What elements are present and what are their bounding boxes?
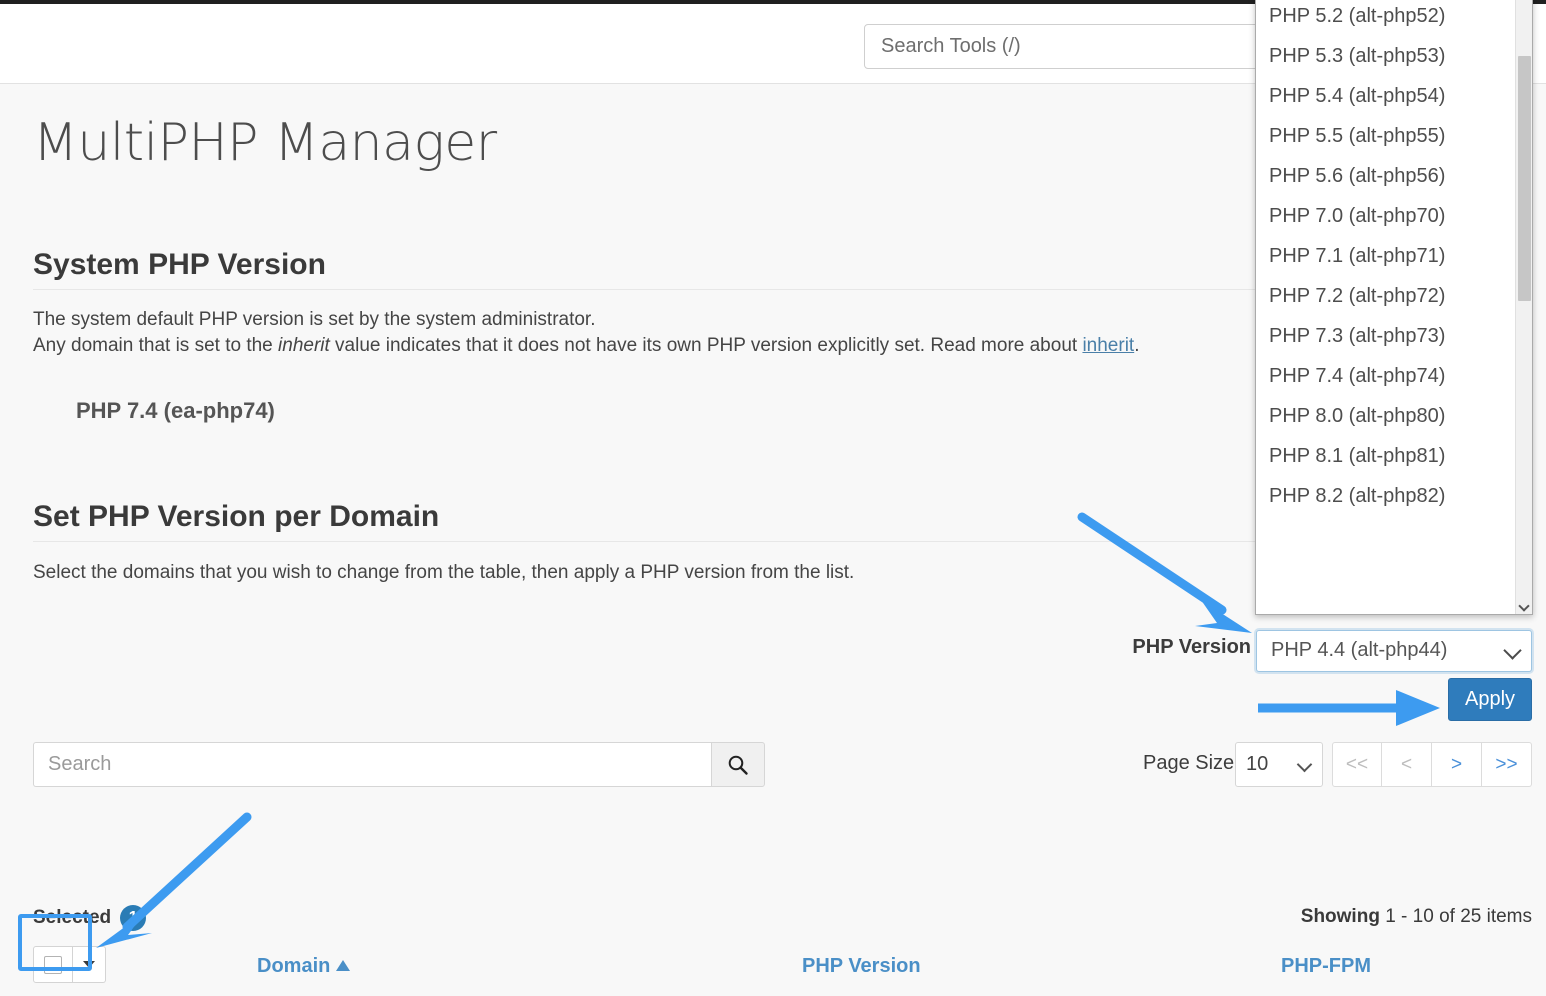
- system-desc-line1: The system default PHP version is set by…: [33, 309, 596, 330]
- sort-ascending-icon: [336, 960, 350, 971]
- apply-button[interactable]: Apply: [1448, 678, 1532, 721]
- selected-indicator: Selected 1: [33, 905, 146, 931]
- php-version-select-value: PHP 4.4 (alt-php44): [1271, 639, 1447, 662]
- pager-prev-button[interactable]: <: [1382, 742, 1432, 787]
- system-php-version-value: PHP 7.4 (ea-php74): [76, 398, 275, 424]
- chevron-down-icon: [1503, 641, 1521, 659]
- php-version-option[interactable]: PHP 7.3 (alt-php73): [1256, 316, 1518, 356]
- php-version-option[interactable]: PHP 7.1 (alt-php71): [1256, 236, 1518, 276]
- php-version-option[interactable]: PHP 8.0 (alt-php80): [1256, 396, 1518, 436]
- table-search-button[interactable]: [711, 742, 765, 787]
- pager-first-button[interactable]: <<: [1332, 742, 1382, 787]
- system-php-description: The system default PHP version is set by…: [33, 307, 1139, 359]
- selected-label: Selected: [33, 907, 111, 929]
- php-version-option[interactable]: PHP 5.4 (alt-php54): [1256, 76, 1518, 116]
- select-all-dropdown-button[interactable]: [73, 946, 106, 983]
- php-version-select-label: PHP Version: [1132, 636, 1251, 659]
- select-all-checkbox[interactable]: [33, 946, 73, 983]
- php-version-option[interactable]: PHP 7.0 (alt-php70): [1256, 196, 1518, 236]
- showing-range: 1 - 10 of 25 items: [1380, 906, 1532, 927]
- chevron-down-icon: [1297, 757, 1313, 773]
- column-header-php-version[interactable]: PHP Version: [802, 955, 921, 978]
- php-version-option[interactable]: PHP 8.2 (alt-php82): [1256, 476, 1518, 516]
- php-version-option[interactable]: PHP 5.6 (alt-php56): [1256, 156, 1518, 196]
- caret-down-icon: [83, 961, 95, 968]
- select-all-group: [33, 946, 106, 983]
- page-size-select[interactable]: 10: [1235, 742, 1323, 787]
- column-header-domain[interactable]: Domain: [257, 955, 350, 978]
- pager-next-button[interactable]: >: [1432, 742, 1482, 787]
- selected-count-badge: 1: [120, 905, 146, 931]
- showing-summary: Showing 1 - 10 of 25 items: [1301, 906, 1532, 928]
- php-version-option[interactable]: PHP 5.5 (alt-php55): [1256, 116, 1518, 156]
- set-php-per-domain-heading: Set PHP Version per Domain: [33, 500, 439, 534]
- system-desc-line2: Any domain that is set to the inherit va…: [33, 335, 1139, 356]
- table-search-group: [33, 742, 765, 787]
- table-header-row: Domain PHP Version PHP-FPM: [33, 943, 1535, 996]
- php-version-option-list: PHP 4.4 (alt-php44)PHP 5.1 (alt-php51)PH…: [1256, 0, 1518, 615]
- scroll-down-icon[interactable]: [1516, 599, 1533, 615]
- search-icon: [727, 754, 749, 776]
- php-version-option[interactable]: PHP 7.2 (alt-php72): [1256, 276, 1518, 316]
- php-version-option[interactable]: PHP 7.4 (alt-php74): [1256, 356, 1518, 396]
- showing-label: Showing: [1301, 906, 1380, 927]
- set-php-per-domain-description: Select the domains that you wish to chan…: [33, 560, 854, 586]
- pager-last-button[interactable]: >>: [1482, 742, 1532, 787]
- dropdown-scrollbar[interactable]: [1515, 0, 1532, 615]
- domains-table: Domain PHP Version PHP-FPM cuong.vietnix…: [33, 943, 1535, 996]
- page-title: MultiPHP Manager: [33, 113, 497, 173]
- php-version-select[interactable]: PHP 4.4 (alt-php44): [1256, 630, 1532, 672]
- page-size-value: 10: [1246, 753, 1268, 776]
- inherit-link[interactable]: inherit: [1082, 335, 1134, 356]
- scrollbar-thumb[interactable]: [1518, 56, 1531, 301]
- php-version-dropdown-list[interactable]: PHP 4.4 (alt-php44)PHP 5.1 (alt-php51)PH…: [1255, 0, 1533, 615]
- column-header-php-fpm[interactable]: PHP-FPM: [1281, 955, 1371, 978]
- app-root: MultiPHP Manager System PHP Version The …: [0, 0, 1546, 996]
- php-version-option[interactable]: PHP 8.1 (alt-php81): [1256, 436, 1518, 476]
- system-php-version-heading: System PHP Version: [33, 248, 326, 282]
- php-version-option[interactable]: PHP 5.3 (alt-php53): [1256, 36, 1518, 76]
- checkbox-icon: [44, 956, 62, 974]
- table-search-input[interactable]: [33, 742, 711, 787]
- php-version-option[interactable]: PHP 5.2 (alt-php52): [1256, 0, 1518, 36]
- pagination-controls: << < > >>: [1332, 742, 1532, 787]
- page-size-label: Page Size: [1143, 752, 1234, 775]
